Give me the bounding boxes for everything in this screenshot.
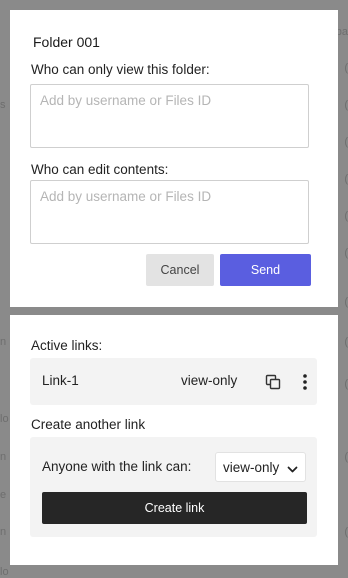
viewers-input[interactable] — [30, 84, 309, 148]
background-text: lo — [0, 566, 9, 578]
copy-icon[interactable] — [263, 372, 283, 392]
background-text: s — [0, 99, 6, 111]
cancel-button[interactable]: Cancel — [146, 254, 214, 286]
active-links-label: Active links: — [31, 338, 103, 353]
background-text: ( — [344, 247, 348, 259]
background-text: ( — [344, 136, 348, 148]
create-link-label: Create another link — [31, 417, 146, 432]
background-text: lo — [0, 413, 9, 425]
chevron-down-icon — [287, 462, 298, 480]
background-text: ( — [344, 378, 348, 390]
background-text: n — [0, 336, 7, 348]
link-access-label: Anyone with the link can: — [42, 459, 192, 474]
link-permission: view-only — [181, 373, 238, 388]
background-text: n — [0, 526, 7, 538]
more-vertical-icon[interactable] — [295, 372, 315, 392]
create-link-panel: Anyone with the link can: view-only Crea… — [30, 437, 317, 537]
share-folder-dialog: Folder 001 Who can only view this folder… — [10, 10, 338, 307]
editors-input[interactable] — [30, 180, 309, 244]
background-text: ( — [344, 62, 348, 74]
permission-select[interactable]: view-only — [215, 452, 306, 482]
background-text: ( — [344, 451, 348, 463]
link-row: Link-1 view-only — [30, 358, 317, 405]
background-text: ( — [344, 210, 348, 222]
edit-permission-label: Who can edit contents: — [31, 162, 169, 177]
background-text: n — [0, 451, 7, 463]
background-text: ( — [344, 336, 348, 348]
background-text: ( — [344, 526, 348, 538]
background-text: ( — [344, 173, 348, 185]
background-text: ( — [344, 296, 348, 308]
send-button[interactable]: Send — [220, 254, 311, 286]
create-link-button[interactable]: Create link — [42, 492, 307, 524]
background-text: ( — [344, 99, 348, 111]
dialog-title: Folder 001 — [33, 34, 100, 50]
permission-select-value: view-only — [223, 459, 280, 475]
view-permission-label: Who can only view this folder: — [31, 62, 210, 77]
background-text: e — [0, 489, 7, 501]
share-links-dialog: Active links: Link-1 view-only Create an… — [10, 315, 338, 565]
link-name: Link-1 — [42, 373, 79, 388]
